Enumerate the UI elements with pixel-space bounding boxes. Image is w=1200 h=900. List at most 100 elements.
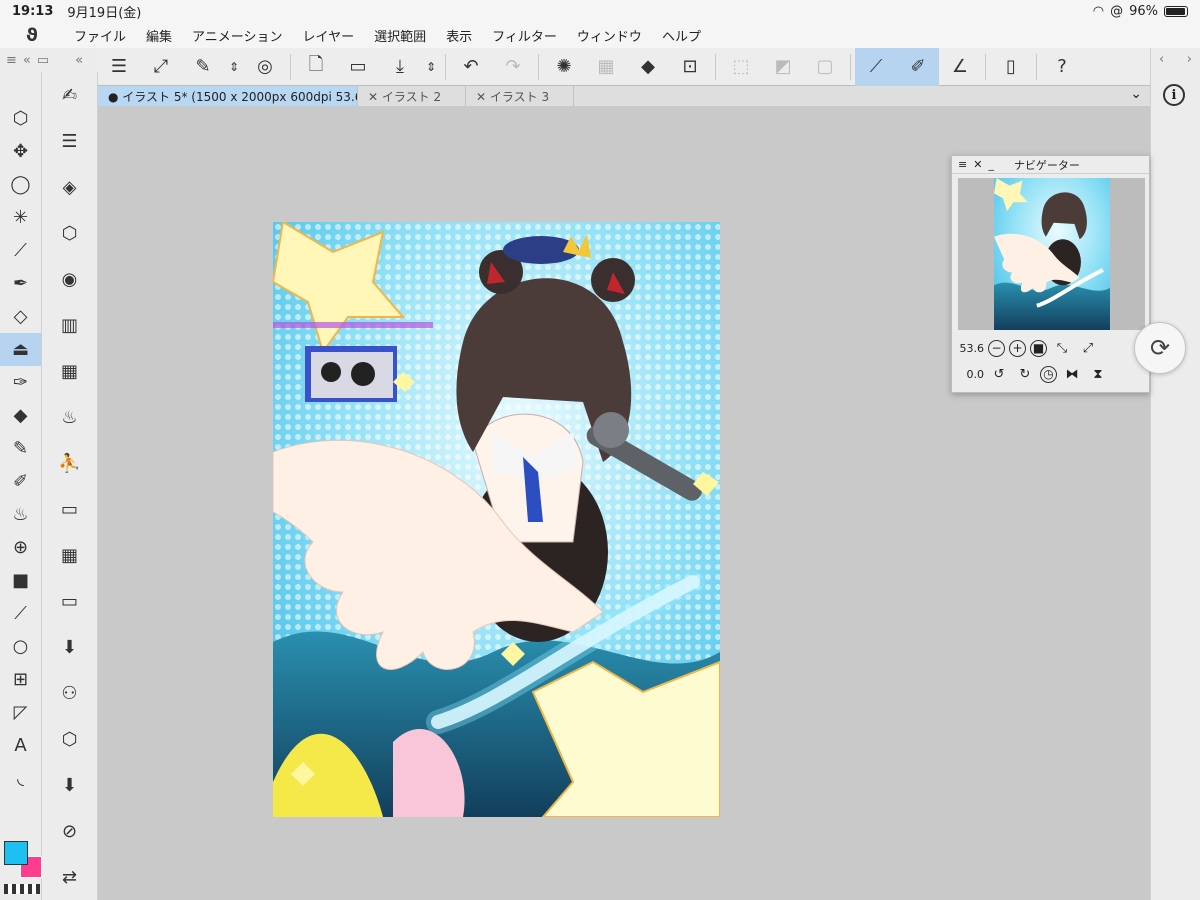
eyedropper-icon[interactable]: ⟋ [0, 234, 41, 267]
menu-animation[interactable]: アニメーション [182, 26, 292, 45]
marker-icon[interactable]: ✐ [0, 465, 41, 498]
toggle-icon[interactable]: ▭ [37, 53, 49, 68]
zoom-out-icon[interactable]: − [988, 339, 1005, 357]
select-all-icon[interactable]: ▢ [804, 48, 846, 86]
minimize-icon[interactable]: _ [988, 158, 994, 171]
brush-icon[interactable]: ✐ [897, 47, 939, 86]
tab-illust-3[interactable]: ✕ イラスト 3 [466, 86, 574, 106]
menu-edit[interactable]: 編集 [136, 26, 182, 45]
pen-icon[interactable]: ✒ [0, 267, 41, 300]
calendar-icon[interactable]: ▦ [42, 532, 97, 578]
balloon-icon[interactable]: ◟ [0, 762, 41, 795]
flip-vertical-icon[interactable]: ⧗ [1087, 367, 1109, 382]
angle-icon[interactable]: ∠ [939, 48, 981, 86]
menu-selection[interactable]: 選択範囲 [364, 26, 436, 45]
share-icon[interactable]: ⇄ [42, 854, 97, 900]
collapse-left-icon[interactable]: ‹ [1159, 52, 1164, 67]
ellipse-icon[interactable]: ○ [0, 630, 41, 663]
deselect-icon[interactable]: ⬚ [720, 48, 762, 86]
ruler-icon[interactable]: ◸ [0, 696, 41, 729]
sub-view-icon[interactable]: ▭ [42, 486, 97, 532]
color-mix-icon[interactable]: ♨ [42, 394, 97, 440]
blend-tool-icon[interactable]: ⏏ [0, 333, 41, 366]
line-icon[interactable]: ⟋ [0, 597, 41, 630]
figure-icon[interactable]: ⛹ [42, 440, 97, 486]
menu-help[interactable]: ヘルプ [652, 26, 711, 45]
navigator-preview[interactable] [958, 178, 1145, 330]
rotate-left-icon[interactable]: ↺ [988, 367, 1010, 382]
search-icon[interactable]: ⊘ [42, 808, 97, 854]
menu-file[interactable]: ファイル [64, 26, 136, 45]
mesh-icon[interactable]: ⊕ [0, 531, 41, 564]
new-file-icon[interactable]: 🗋 [295, 48, 337, 86]
edit-icon[interactable]: ✎ [182, 48, 224, 86]
collapse-right-icon[interactable]: › [1187, 52, 1192, 67]
menu-filter[interactable]: フィルター [482, 26, 567, 45]
app-logo-icon[interactable]: ϑ [12, 25, 52, 46]
invert-icon[interactable]: ◩ [762, 48, 804, 86]
menu-window[interactable]: ウィンドウ [567, 26, 652, 45]
frame-icon[interactable]: ⊞ [0, 663, 41, 696]
loading-icon[interactable]: ✺ [543, 48, 585, 86]
pencil-icon[interactable]: ✎ [0, 432, 41, 465]
cloud-icon[interactable]: ◎ [244, 48, 286, 86]
zoom-in-icon[interactable]: + [1009, 339, 1026, 357]
selection-icon[interactable]: ▦ [585, 48, 627, 86]
chevron-down-icon[interactable]: ⌄ [1122, 86, 1150, 106]
sub-tool-icon[interactable]: ✍ [42, 72, 97, 118]
actual-size-icon[interactable]: ⤢ [1077, 341, 1099, 356]
canvas[interactable] [273, 222, 720, 817]
color-wheel-icon[interactable]: ◉ [42, 256, 97, 302]
tab-illust-5[interactable]: ● イラスト 5* (1500 x 2000px 600dpi 53.6%) [98, 86, 358, 106]
drag-handle-icon[interactable]: ≡ [958, 158, 967, 171]
canvas-size-icon[interactable]: ⤢ [140, 48, 182, 86]
eraser-icon[interactable]: ◇ [0, 300, 41, 333]
close-icon[interactable]: ✕ [973, 158, 982, 171]
redo-icon[interactable]: ↷ [492, 48, 534, 86]
help-icon[interactable]: ? [1041, 48, 1083, 86]
collapse-cmd-icon[interactable]: « [75, 53, 83, 68]
undo-icon[interactable]: ↶ [450, 48, 492, 86]
timeline-icon[interactable]: ▥ [42, 302, 97, 348]
brush-tool-icon[interactable]: ✑ [0, 366, 41, 399]
gradient-icon[interactable]: ■ [0, 564, 41, 597]
material-3d-icon[interactable]: ⚇ [42, 670, 97, 716]
object-select-icon[interactable]: ⬡ [0, 102, 41, 135]
fit-screen-icon[interactable]: ⤡ [1051, 341, 1073, 356]
menu-icon[interactable]: ☰ [98, 48, 140, 86]
flip-horizontal-icon[interactable]: ⧓ [1061, 367, 1083, 382]
rotate-right-icon[interactable]: ↻ [1014, 367, 1036, 382]
material-icon[interactable]: ⬇ [42, 624, 97, 670]
chevron-updown-icon[interactable]: ⇕ [224, 48, 244, 86]
handle-icon[interactable]: ≡ [6, 53, 17, 68]
mobile-icon[interactable]: ▯ [990, 48, 1032, 86]
menu-view[interactable]: 表示 [436, 26, 482, 45]
menu-layer[interactable]: レイヤー [293, 26, 365, 45]
text-icon[interactable]: A [0, 729, 41, 762]
chevron-updown-icon[interactable]: ⇕ [421, 48, 441, 86]
collapse-icon[interactable]: « [23, 53, 31, 68]
color-set-icon[interactable]: ▦ [42, 348, 97, 394]
download-icon[interactable]: ⬇ [42, 762, 97, 808]
tab-illust-2[interactable]: ✕ イラスト 2 [358, 86, 466, 106]
save-icon[interactable]: ⤓ [379, 48, 421, 86]
tool-property-icon[interactable]: ☰ [42, 118, 97, 164]
asset-icon[interactable]: ⬡ [42, 716, 97, 762]
rotate-canvas-button[interactable]: ⟳ [1134, 322, 1186, 374]
foreground-color[interactable] [4, 841, 28, 865]
transform-icon[interactable]: ⊡ [669, 48, 711, 86]
fit-icon[interactable]: ■ [1030, 339, 1047, 357]
lasso-icon[interactable]: ◯ [0, 168, 41, 201]
fill-icon[interactable]: ◆ [627, 48, 669, 86]
info-icon[interactable]: i [1163, 84, 1185, 106]
watercolor-icon[interactable]: ♨ [0, 498, 41, 531]
fill-tool-icon[interactable]: ◆ [0, 399, 41, 432]
magic-wand-icon[interactable]: ✳ [0, 201, 41, 234]
open-folder-icon[interactable]: ▭ [337, 48, 379, 86]
reset-rotation-icon[interactable]: ◷ [1040, 365, 1057, 383]
layer-icon[interactable]: ◈ [42, 164, 97, 210]
balloon-list-icon[interactable]: ▭ [42, 578, 97, 624]
layer-property-icon[interactable]: ⬡ [42, 210, 97, 256]
ruler-snap-icon[interactable]: ⟋ [855, 47, 897, 86]
move-icon[interactable]: ✥ [0, 135, 41, 168]
